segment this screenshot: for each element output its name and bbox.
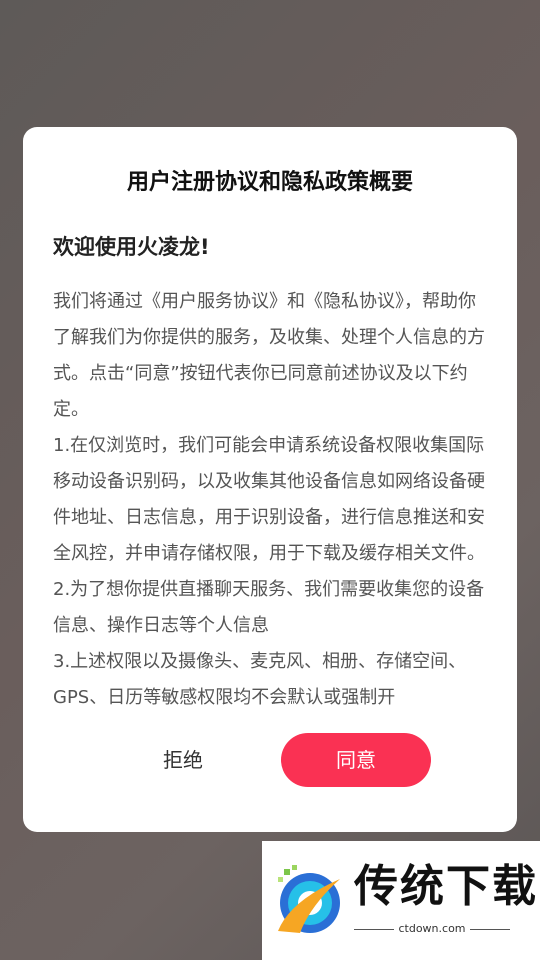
agreement-paragraph: 3.上述权限以及摄像头、麦克风、相册、存储空间、GPS、日历等敏感权限均不会默认…	[53, 651, 467, 708]
ctdown-logo-icon	[278, 865, 340, 933]
agreement-text-scroll[interactable]: 我们将通过《用户服务协议》和《隐私协议》，帮助你了解我们为你提供的服务，及收集、…	[53, 284, 493, 730]
agreement-paragraph: 我们将通过《用户服务协议》和《隐私协议》，帮助你了解我们为你提供的服务，及收集、…	[53, 291, 485, 420]
privacy-dialog: 用户注册协议和隐私政策概要 欢迎使用火凌龙! 我们将通过《用户服务协议》和《隐私…	[23, 127, 517, 832]
watermark-rule-right	[470, 929, 510, 930]
watermark-domain: ctdown.com	[398, 922, 466, 935]
dialog-actions: 拒绝 同意	[23, 733, 517, 787]
agreement-paragraph: 2.为了想你提供直播聊天服务、我们需要收集您的设备信息、操作日志等个人信息	[53, 579, 485, 636]
welcome-heading: 欢迎使用火凌龙!	[53, 235, 210, 259]
site-watermark: 传统下载 ctdown.com	[262, 841, 540, 960]
dialog-title: 用户注册协议和隐私政策概要	[126, 170, 413, 195]
agreement-paragraph: 1.在仅浏览时，我们可能会申请系统设备权限收集国际移动设备识别码，以及收集其他设…	[53, 435, 485, 564]
reject-button[interactable]: 拒绝	[133, 733, 233, 787]
agree-button[interactable]: 同意	[281, 733, 431, 787]
watermark-rule-left	[354, 929, 394, 930]
watermark-brand: 传统下载	[354, 861, 538, 912]
